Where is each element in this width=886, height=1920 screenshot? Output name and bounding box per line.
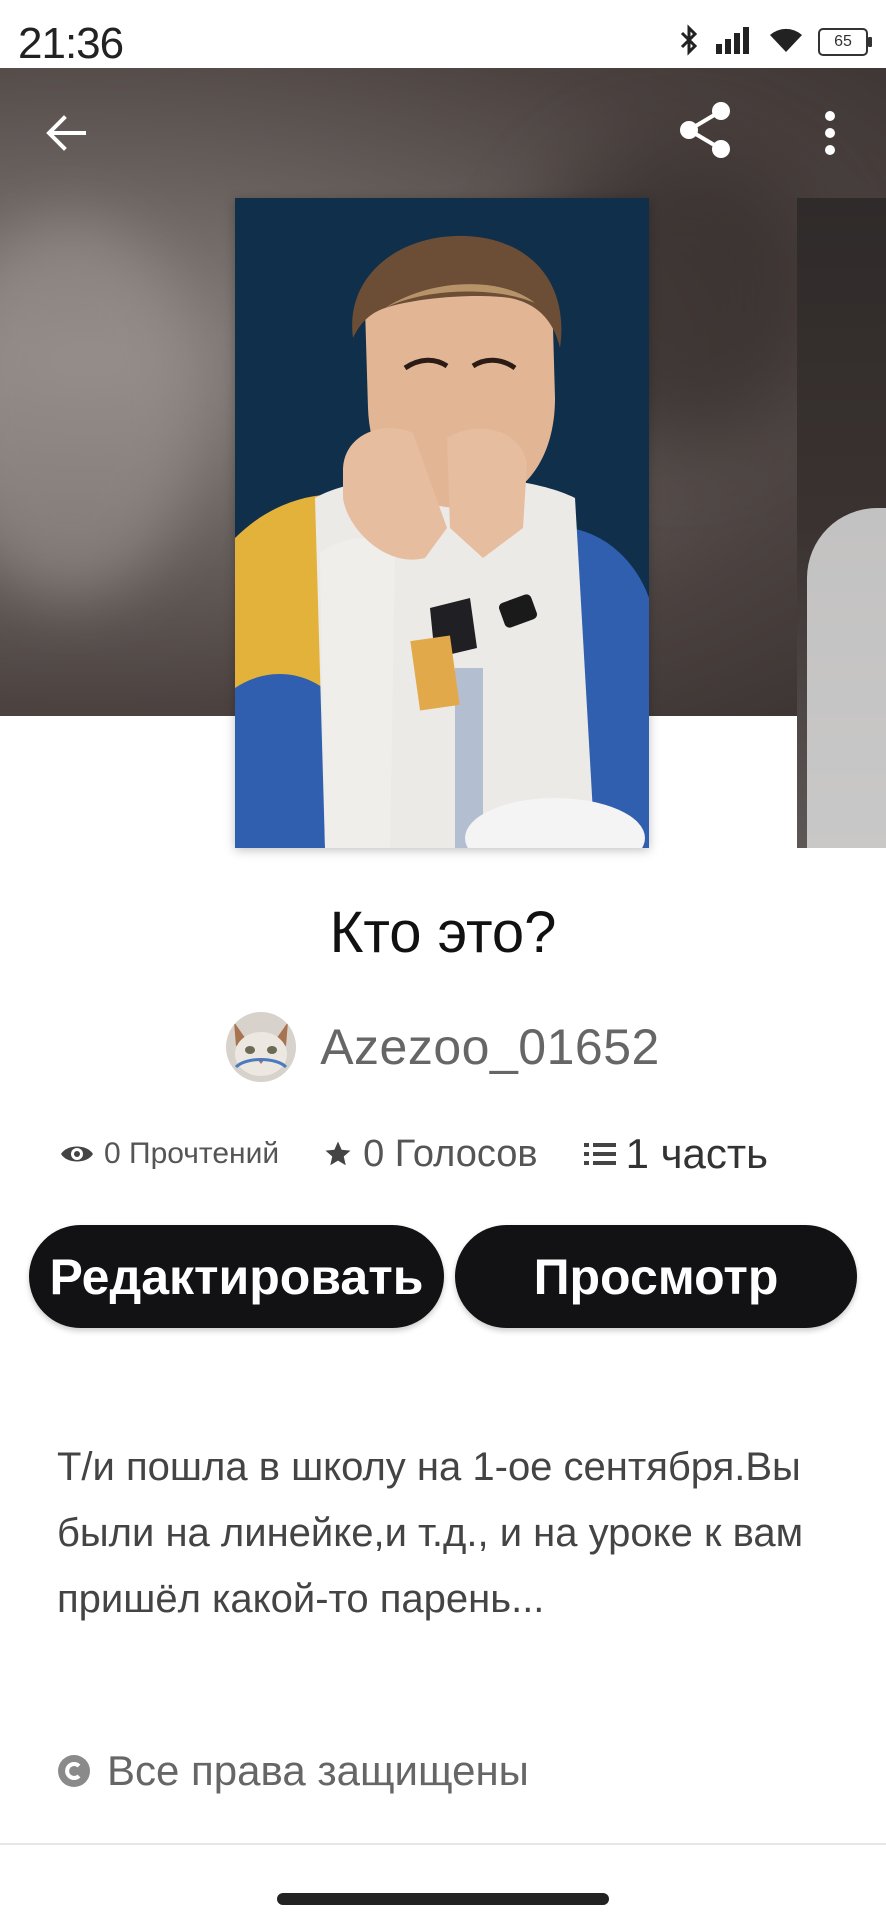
star-icon (325, 1141, 351, 1166)
story-title: Кто это? (329, 900, 557, 965)
next-story-cover[interactable] (797, 198, 886, 848)
share-button[interactable] (674, 98, 738, 162)
status-bar: 21:36 65 (0, 0, 886, 68)
status-icons: 65 (678, 23, 872, 61)
avatar[interactable] (226, 1012, 297, 1082)
parts-stat[interactable]: 1 часть (583, 1130, 768, 1178)
more-options-button[interactable] (798, 101, 862, 165)
divider (0, 1843, 886, 1845)
status-time: 21:36 (18, 19, 124, 68)
author-row[interactable]: Azezoo_01652 (0, 1012, 886, 1082)
battery-icon: 65 (818, 28, 872, 56)
wifi-icon (768, 26, 804, 59)
copyright-icon (58, 1755, 90, 1787)
votes-count: 0 Голосов (363, 1132, 538, 1175)
story-description: Т/и пошла в школу на 1-ое сентября.Вы бы… (57, 1445, 804, 1621)
story-cover-image[interactable] (235, 198, 649, 848)
votes-stat: 0 Голосов (323, 1133, 538, 1176)
eye-icon (61, 1146, 93, 1162)
bluetooth-icon (678, 23, 700, 61)
back-arrow-icon (46, 115, 86, 151)
edit-button[interactable]: Редактировать (29, 1225, 444, 1328)
home-indicator[interactable] (277, 1893, 609, 1905)
parts-count[interactable]: 1 часть (626, 1130, 768, 1178)
back-button[interactable] (34, 101, 98, 165)
share-icon (680, 102, 730, 158)
copyright-row: Все права защищены (57, 1747, 529, 1795)
story-stats: 0 Прочтений 0 Голосов 1 часть (60, 1130, 768, 1178)
more-vert-icon (825, 111, 835, 155)
reads-count: 0 Прочтений (104, 1137, 280, 1170)
preview-button[interactable]: Просмотр (455, 1225, 857, 1328)
battery-level: 65 (834, 33, 852, 50)
signal-icon (714, 26, 754, 59)
reads-stat: 0 Прочтений (60, 1137, 279, 1171)
copyright-text: Все права защищены (107, 1747, 529, 1794)
cover-photo (235, 198, 649, 848)
author-name[interactable]: Azezoo_01652 (320, 1018, 660, 1076)
list-icon (583, 1143, 616, 1165)
